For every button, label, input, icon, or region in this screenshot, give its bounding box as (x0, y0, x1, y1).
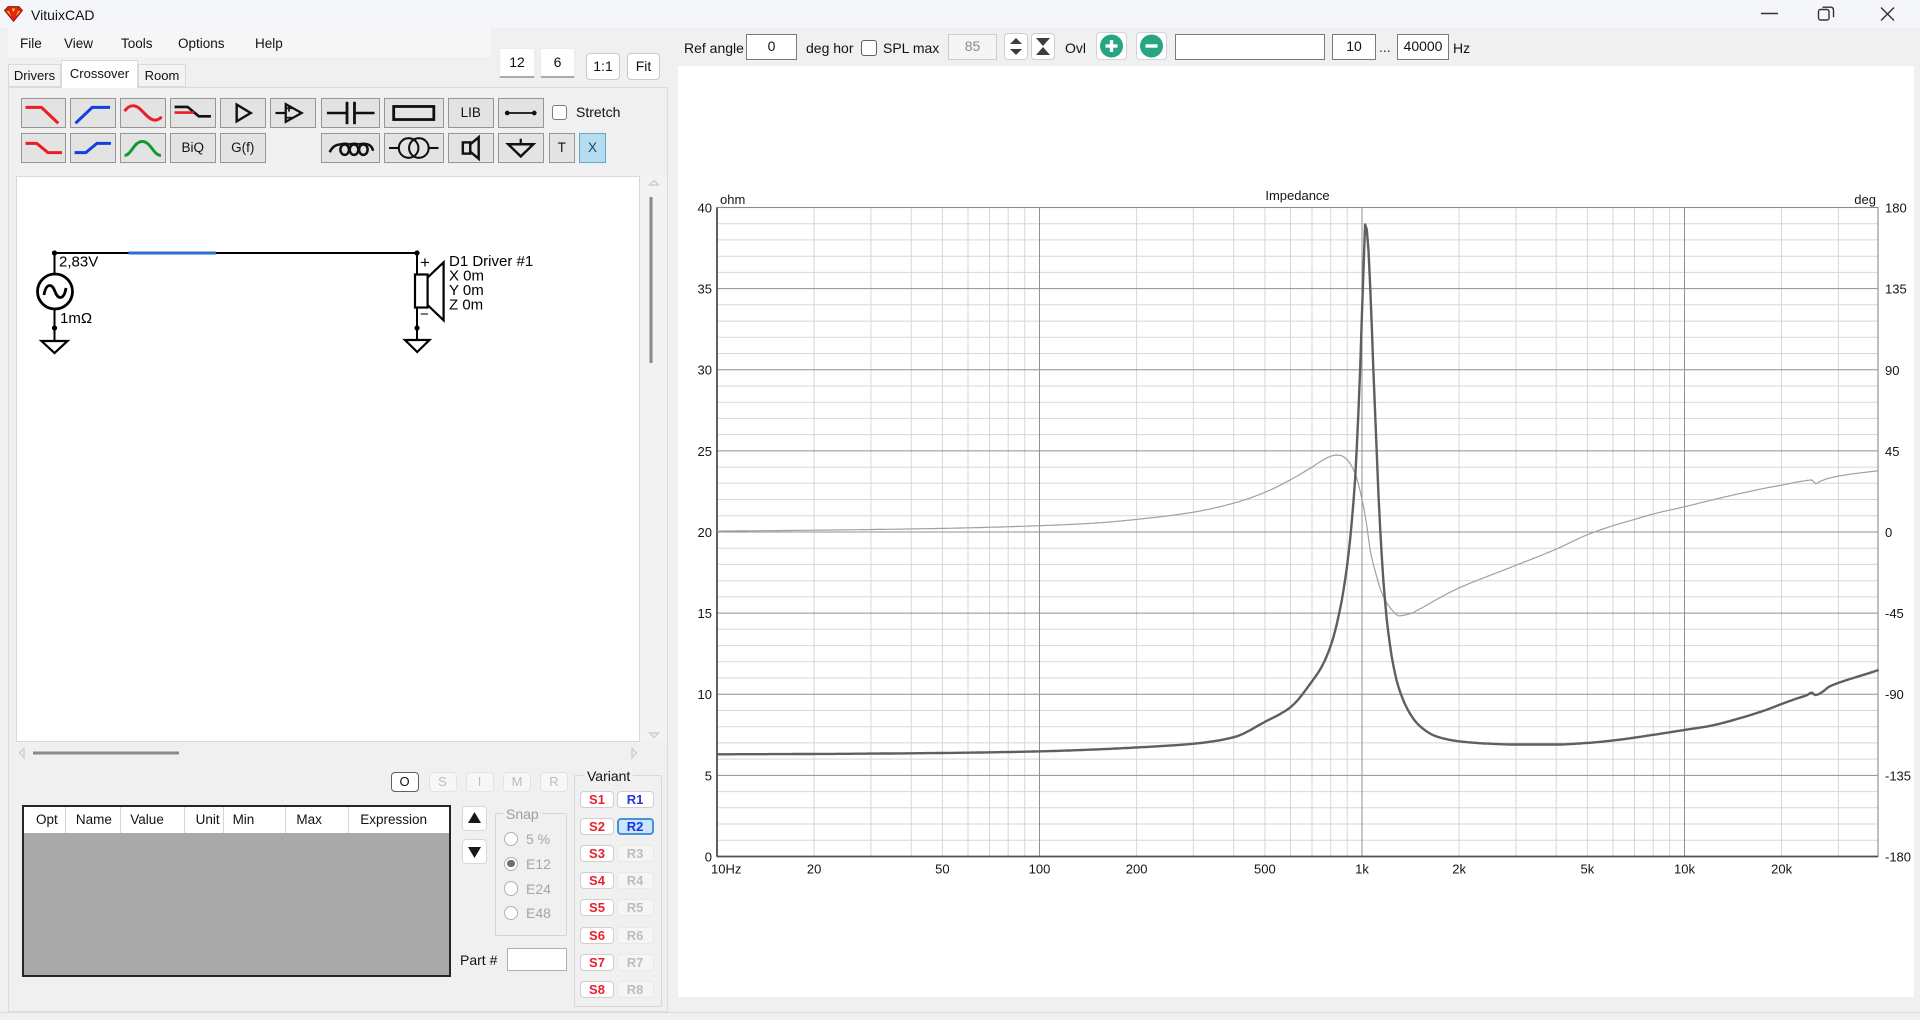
svg-text:30: 30 (698, 363, 712, 378)
svg-text:180: 180 (1885, 201, 1907, 216)
svg-text:+: + (420, 253, 430, 272)
svg-text:5k: 5k (1581, 862, 1595, 877)
svg-text:90: 90 (1885, 363, 1899, 378)
svg-text:500: 500 (1254, 862, 1276, 877)
svg-text:45: 45 (1885, 444, 1899, 459)
svg-text:5: 5 (705, 768, 712, 783)
svg-text:25: 25 (698, 444, 712, 459)
svg-text:200: 200 (1126, 862, 1148, 877)
svg-text:135: 135 (1885, 282, 1907, 297)
svg-text:1k: 1k (1355, 862, 1369, 877)
svg-text:-180: -180 (1885, 850, 1911, 865)
svg-text:ohm: ohm (720, 192, 745, 207)
svg-text:10: 10 (698, 687, 712, 702)
svg-text:2,83V: 2,83V (59, 254, 98, 271)
svg-text:2k: 2k (1452, 862, 1466, 877)
svg-text:1mΩ: 1mΩ (60, 310, 92, 327)
svg-text:20: 20 (698, 525, 712, 540)
svg-text:Z 0m: Z 0m (449, 297, 483, 314)
svg-text:0: 0 (1885, 525, 1892, 540)
svg-text:100: 100 (1029, 862, 1051, 877)
svg-text:50: 50 (935, 862, 949, 877)
svg-text:10k: 10k (1674, 862, 1695, 877)
svg-text:−: − (420, 306, 429, 323)
svg-text:20k: 20k (1771, 862, 1792, 877)
svg-text:40: 40 (698, 201, 712, 216)
svg-text:deg: deg (1854, 192, 1876, 207)
svg-text:Impedance: Impedance (1265, 188, 1329, 203)
svg-text:20: 20 (807, 862, 821, 877)
svg-text:-135: -135 (1885, 768, 1911, 783)
svg-text:15: 15 (698, 606, 712, 621)
svg-text:10Hz: 10Hz (711, 862, 741, 877)
svg-text:35: 35 (698, 282, 712, 297)
svg-text:-90: -90 (1885, 687, 1904, 702)
svg-text:-45: -45 (1885, 606, 1904, 621)
